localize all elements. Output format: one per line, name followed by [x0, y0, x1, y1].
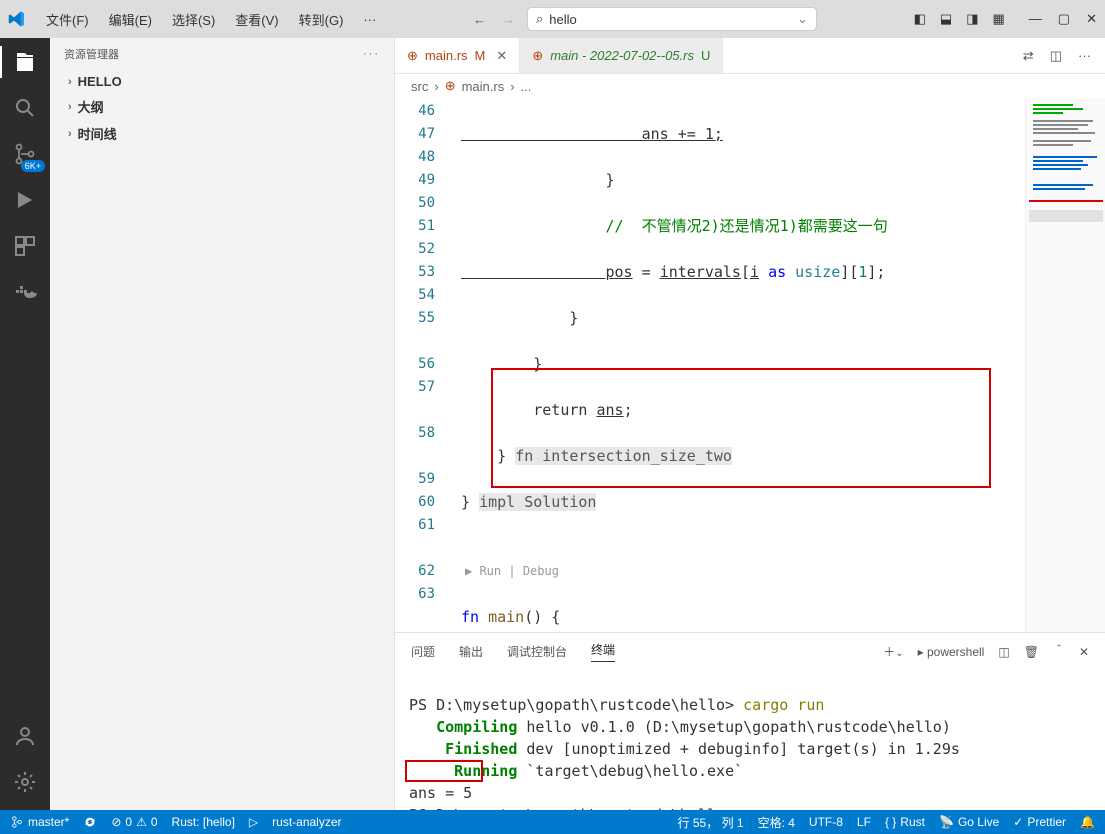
- panel-tab-terminal[interactable]: 终端: [591, 641, 615, 662]
- panel-tab-output[interactable]: 输出: [459, 643, 483, 660]
- window-minimize[interactable]: —: [1029, 11, 1042, 27]
- chevron-down-icon: ⌄: [797, 11, 808, 27]
- status-golive[interactable]: 📡 Go Live: [939, 815, 999, 829]
- layout-grid-icon[interactable]: ▦: [993, 11, 1005, 27]
- status-prettier[interactable]: ✓ Prettier: [1013, 815, 1066, 829]
- bottom-panel: 问题 输出 调试控制台 终端 ＋⌄ ▸ powershell ◫ 🗑 ＾ ✕ P…: [395, 632, 1105, 810]
- status-branch[interactable]: master*: [10, 815, 69, 829]
- layout-bottom-icon[interactable]: ⬓: [940, 11, 952, 27]
- nav-back[interactable]: ←: [473, 12, 486, 27]
- tab-main-rs[interactable]: ⊕ main.rs M ✕: [395, 38, 520, 73]
- split-terminal-icon[interactable]: ◫: [998, 645, 1009, 659]
- code-editor[interactable]: ans += 1; } // 不管情况2)还是情况1)都需要这一句 pos = …: [461, 98, 1025, 632]
- titlebar: 文件(F) 编辑(E) 选择(S) 查看(V) 转到(G) ··· ← → ⌕ …: [0, 0, 1105, 38]
- command-center[interactable]: ⌕ hello ⌄: [527, 7, 817, 31]
- menu-select[interactable]: 选择(S): [164, 6, 223, 33]
- activity-search[interactable]: [11, 94, 39, 122]
- tree-outline[interactable]: ›大纲: [50, 93, 394, 120]
- terminal-shell[interactable]: ▸ powershell: [918, 645, 985, 659]
- highlight-box-code: [491, 368, 991, 488]
- panel-close-icon[interactable]: ✕: [1079, 645, 1089, 659]
- status-sync[interactable]: [83, 815, 97, 829]
- window-close[interactable]: ✕: [1086, 11, 1097, 27]
- minimap-overview: [1029, 100, 1103, 240]
- activity-explorer[interactable]: [11, 48, 39, 76]
- menu-edit[interactable]: 编辑(E): [101, 6, 160, 33]
- status-analyzer[interactable]: rust-analyzer: [272, 815, 341, 829]
- status-errors[interactable]: ⊘ 0 ⚠ 0: [111, 815, 157, 829]
- activity-extensions[interactable]: [11, 232, 39, 260]
- tree-folder-hello[interactable]: ›HELLO: [50, 70, 394, 93]
- status-rust[interactable]: Rust: [hello]: [172, 815, 235, 829]
- codelens-run-debug[interactable]: ▶ Run | Debug: [461, 560, 1025, 583]
- close-icon[interactable]: ✕: [496, 48, 507, 64]
- terminal-add-icon[interactable]: ＋⌄: [883, 643, 903, 660]
- status-spaces[interactable]: 空格: 4: [758, 814, 795, 831]
- layout-right-icon[interactable]: ◨: [966, 11, 978, 27]
- layout-left-icon[interactable]: ◧: [914, 11, 926, 27]
- window-maximize[interactable]: ▢: [1058, 11, 1070, 27]
- scm-badge: 6K+: [21, 160, 45, 172]
- tab-more-icon[interactable]: ···: [1078, 48, 1091, 63]
- activity-source-control[interactable]: 6K+: [11, 140, 39, 168]
- panel-tab-debug[interactable]: 调试控制台: [507, 643, 567, 660]
- tree-timeline[interactable]: ›时间线: [50, 120, 394, 147]
- tab-main-timeline[interactable]: ⊕ main - 2022-07-02--05.rs U: [520, 38, 723, 73]
- status-cursor[interactable]: 行 55， 列 1: [678, 814, 744, 831]
- menu-view[interactable]: 查看(V): [227, 6, 286, 33]
- trash-icon[interactable]: 🗑: [1024, 645, 1039, 659]
- menu-goto[interactable]: 转到(G): [291, 6, 352, 33]
- search-icon: ⌕: [536, 11, 543, 27]
- menu-file[interactable]: 文件(F): [38, 6, 97, 33]
- status-bell-icon[interactable]: 🔔: [1080, 815, 1095, 829]
- status-run-icon[interactable]: ▷: [249, 815, 258, 829]
- statusbar: master* ⊘ 0 ⚠ 0 Rust: [hello] ▷ rust-ana…: [0, 810, 1105, 834]
- explorer-more-icon[interactable]: ···: [363, 48, 380, 60]
- rust-icon: ⊕: [407, 48, 418, 64]
- panel-max-icon[interactable]: ＾: [1053, 643, 1065, 660]
- search-text: hello: [549, 12, 576, 27]
- minimap[interactable]: [1025, 98, 1105, 632]
- status-eol[interactable]: LF: [857, 815, 871, 829]
- activity-account[interactable]: [11, 722, 39, 750]
- breadcrumb[interactable]: src› ⊕main.rs›...: [395, 74, 1105, 98]
- explorer-sidebar: 资源管理器 ··· ›HELLO ›大纲 ›时间线: [50, 38, 395, 810]
- activity-docker[interactable]: [11, 278, 39, 306]
- explorer-title: 资源管理器: [64, 46, 119, 62]
- vscode-icon: [8, 10, 26, 28]
- rust-icon: ⊕: [532, 48, 543, 64]
- activitybar: 6K+: [0, 38, 50, 810]
- terminal[interactable]: PS D:\mysetup\gopath\rustcode\hello> car…: [395, 666, 1105, 810]
- compare-icon[interactable]: ⇄: [1023, 48, 1034, 64]
- status-lang[interactable]: { } Rust: [885, 815, 925, 829]
- editor-tabs: ⊕ main.rs M ✕ ⊕ main - 2022-07-02--05.rs…: [395, 38, 1105, 74]
- activity-settings[interactable]: [11, 768, 39, 796]
- menu-more[interactable]: ···: [355, 8, 384, 31]
- nav-forward: →: [502, 12, 515, 27]
- split-editor-icon[interactable]: ◫: [1050, 48, 1062, 64]
- panel-tab-problems[interactable]: 问题: [411, 643, 435, 660]
- gutter: 46474849505152535455 5657 58 596061 6263: [395, 98, 447, 632]
- status-encoding[interactable]: UTF-8: [809, 815, 843, 829]
- activity-run-debug[interactable]: [11, 186, 39, 214]
- editor-area: ⊕ main.rs M ✕ ⊕ main - 2022-07-02--05.rs…: [395, 38, 1105, 810]
